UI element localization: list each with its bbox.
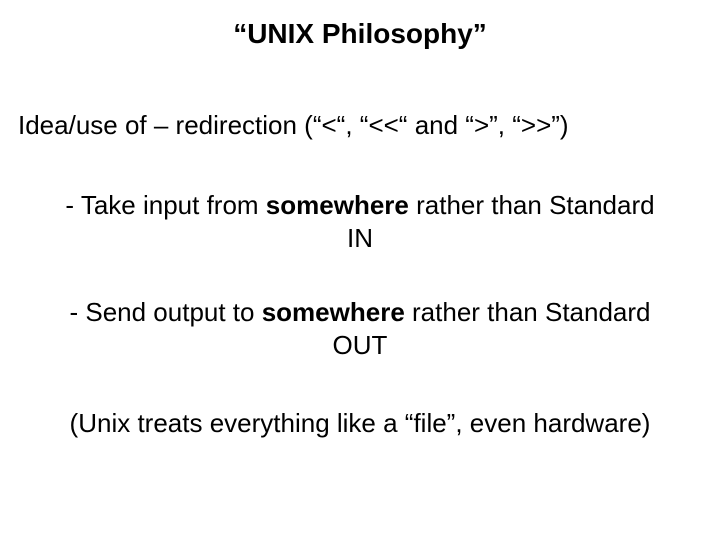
slide-title: “UNIX Philosophy” <box>0 18 720 50</box>
slide-subtitle: Idea/use of – redirection (“<“, “<<“ and… <box>18 110 702 141</box>
bullet-output: - Send output to somewhere rather than S… <box>60 296 660 361</box>
bullet-output-bold: somewhere <box>262 297 405 327</box>
bullet-output-prefix: - Send output to <box>69 297 261 327</box>
bullet-input: - Take input from somewhere rather than … <box>60 189 660 254</box>
bullet-input-bold: somewhere <box>266 190 409 220</box>
bullet-input-prefix: - Take input from <box>65 190 265 220</box>
slide: “UNIX Philosophy” Idea/use of – redirect… <box>0 18 720 558</box>
footnote: (Unix treats everything like a “file”, e… <box>60 407 660 440</box>
